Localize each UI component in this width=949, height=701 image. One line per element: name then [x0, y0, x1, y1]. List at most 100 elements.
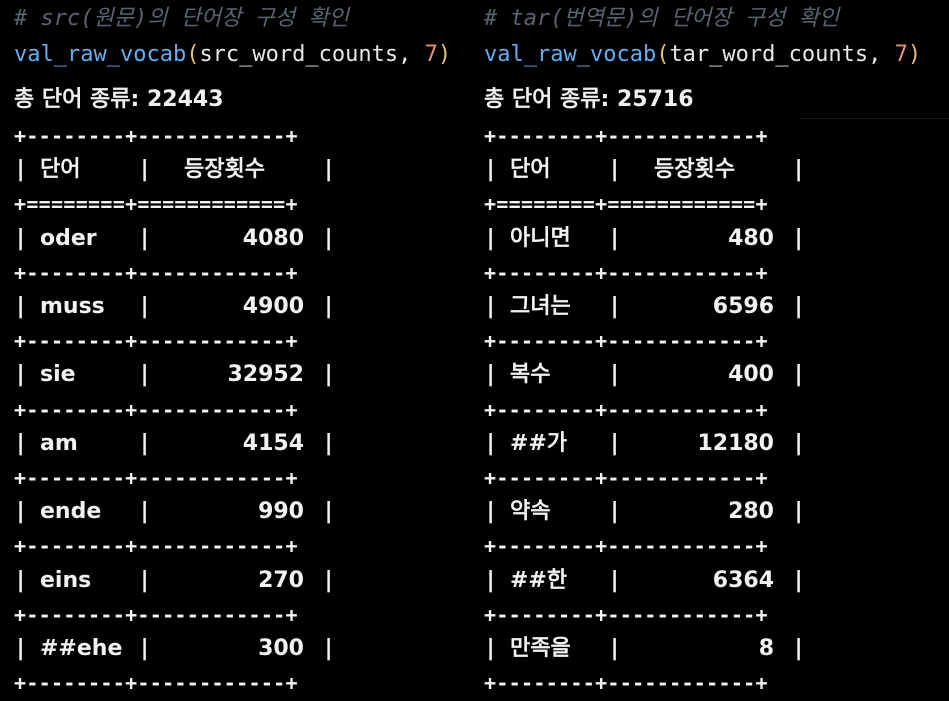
- table-row: | eins | 270 |: [14, 564, 344, 598]
- cell-separator: |: [138, 225, 152, 251]
- count-cell: 400: [728, 362, 774, 388]
- cell-separator: |: [138, 430, 152, 456]
- table-header-border-text: +========+============+: [484, 192, 768, 217]
- cell-separator: |: [138, 294, 152, 319]
- cell-separator: |: [608, 636, 622, 661]
- cell-separator: |: [484, 430, 498, 456]
- cell-separator: |: [322, 567, 336, 593]
- count-cell: 4154: [242, 430, 304, 456]
- count-cell: 12180: [697, 430, 774, 456]
- table-row-border-text: +--------+------------+: [484, 534, 768, 559]
- cell-separator: |: [14, 567, 28, 593]
- word-cell: ##한: [510, 567, 568, 593]
- word-cell: am: [40, 430, 78, 456]
- table-row: | oder | 4080 |: [14, 222, 344, 256]
- count-cell: 8: [758, 636, 774, 661]
- cell-separator: |: [14, 362, 28, 388]
- table-row-border-text: +--------+------------+: [484, 466, 768, 490]
- cell-separator: |: [138, 636, 152, 661]
- table-row-border: +--------+------------+: [484, 598, 768, 632]
- word-cell: 단어: [40, 157, 81, 183]
- tar-code-line: val_raw_vocab(tar_word_counts, 7): [484, 40, 921, 70]
- cell-separator: |: [608, 430, 622, 456]
- table-row: | muss | 4900 |: [14, 290, 344, 324]
- cell-separator: |: [608, 294, 622, 319]
- table-row-border-text: +--------+------------+: [14, 466, 298, 490]
- cell-separator: |: [322, 430, 336, 456]
- table-top-border-text: +--------+------------+: [484, 124, 768, 148]
- table-row: | ##가 | 12180 |: [484, 427, 814, 461]
- cell-separator: |: [792, 294, 806, 319]
- table-row-border: +--------+------------+: [484, 324, 768, 358]
- cell-separator: |: [484, 294, 498, 319]
- table-row-border: +--------+------------+: [14, 598, 298, 632]
- word-cell: sie: [40, 362, 76, 388]
- cell-separator: |: [792, 362, 806, 388]
- cell-separator: |: [14, 430, 28, 456]
- table-top-border: +--------+------------+: [484, 119, 768, 153]
- src-comment: # src(원문)의 단어장 구성 확인: [14, 6, 349, 31]
- table-row: | 약속 | 280 |: [484, 495, 814, 529]
- src-function-name: val_raw_vocab: [14, 42, 187, 67]
- cell-separator: |: [14, 294, 28, 319]
- table-row: | ende | 990 |: [14, 495, 344, 529]
- word-cell: muss: [40, 294, 105, 319]
- cell-separator: |: [484, 499, 498, 525]
- table-header-row: | 단어 | 등장횟수 |: [14, 153, 344, 187]
- tar-total-count: 총 단어 종류: 25716: [484, 87, 694, 112]
- cell-separator: |: [792, 636, 806, 661]
- cell-separator: |: [14, 636, 28, 661]
- word-cell: 만족을: [510, 636, 571, 661]
- table-row: | 아니면 | 480 |: [484, 222, 814, 256]
- tar-argument: tar_word_counts,: [669, 42, 895, 67]
- src-open-paren: (: [186, 42, 200, 67]
- cell-separator: |: [608, 157, 622, 183]
- table-row: | 만족을 | 8 |: [484, 632, 814, 666]
- word-cell: 그녀는: [510, 294, 571, 319]
- output-divider: [800, 118, 949, 119]
- table-row-border: +--------+------------+: [14, 393, 298, 427]
- word-cell: 복수: [510, 362, 551, 388]
- count-cell: 등장횟수: [184, 157, 265, 183]
- tar-function-name: val_raw_vocab: [484, 42, 657, 67]
- count-cell: 등장횟수: [654, 157, 735, 183]
- cell-separator: |: [608, 567, 622, 593]
- table-row: | sie | 32952 |: [14, 358, 344, 392]
- tar-open-paren: (: [656, 42, 670, 67]
- cell-separator: |: [138, 499, 152, 525]
- src-total-count: 총 단어 종류: 22443: [14, 87, 224, 112]
- table-row-border-text: +--------+------------+: [14, 671, 298, 696]
- word-cell: 약속: [510, 499, 551, 525]
- table-row: | 복수 | 400 |: [484, 358, 814, 392]
- cell-separator: |: [322, 225, 336, 251]
- table-row-border-text: +--------+------------+: [484, 602, 768, 627]
- table-top-border: +--------+------------+: [14, 119, 298, 153]
- table-top-border-text: +--------+------------+: [14, 124, 298, 148]
- word-cell: 단어: [510, 157, 551, 183]
- table-header-border-text: +========+============+: [14, 192, 298, 217]
- cell-separator: |: [14, 499, 28, 525]
- word-cell: ##ehe: [40, 636, 123, 661]
- tar-comment: # tar(번역문)의 단어장 구성 확인: [484, 6, 840, 31]
- word-cell: ##가: [510, 430, 568, 456]
- cell-separator: |: [608, 362, 622, 388]
- table-header-border: +========+============+: [14, 187, 298, 221]
- cell-separator: |: [484, 636, 498, 661]
- table-row-border: +--------+------------+: [14, 324, 298, 358]
- count-cell: 6596: [712, 294, 774, 319]
- table-row-border-text: +--------+------------+: [14, 329, 298, 354]
- table-row-border-text: +--------+------------+: [484, 671, 768, 696]
- table-row-border: +--------+------------+: [14, 529, 298, 563]
- cell-separator: |: [792, 499, 806, 525]
- table-header-border: +========+============+: [484, 187, 768, 221]
- table-row-border-text: +--------+------------+: [14, 260, 298, 285]
- count-cell: 6364: [712, 567, 774, 593]
- table-row: | 그녀는 | 6596 |: [484, 290, 814, 324]
- src-argument: src_word_counts,: [199, 42, 425, 67]
- table-row-border-text: +--------+------------+: [14, 534, 298, 559]
- table-row-border-text: +--------+------------+: [14, 602, 298, 627]
- cell-separator: |: [792, 157, 806, 183]
- table-row-border: +--------+------------+: [484, 256, 768, 290]
- cell-separator: |: [14, 225, 28, 251]
- cell-separator: |: [322, 294, 336, 319]
